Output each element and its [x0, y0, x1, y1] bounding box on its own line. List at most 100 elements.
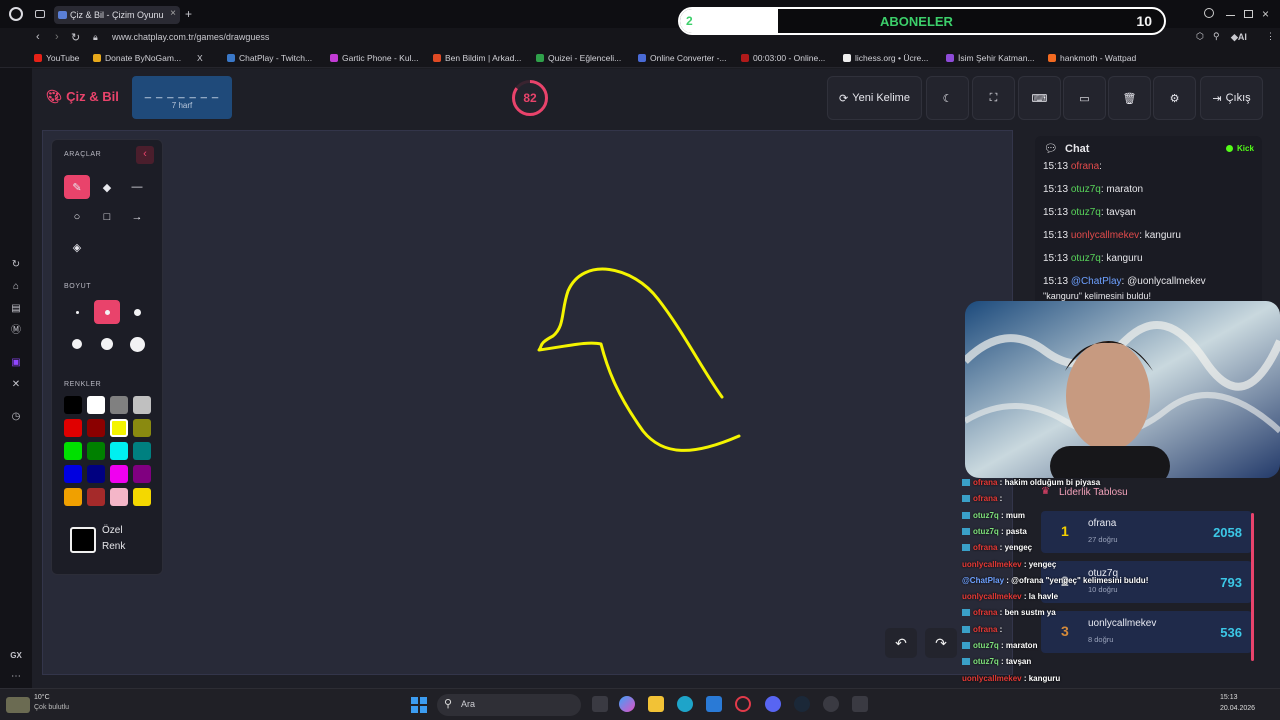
app-icon[interactable]	[852, 696, 868, 712]
color-swatch[interactable]	[110, 465, 128, 483]
color-swatch[interactable]	[133, 419, 151, 437]
color-swatch[interactable]	[110, 396, 128, 414]
brush-tool[interactable]: ✎	[64, 175, 90, 199]
pinboard-icon[interactable]: ▤	[9, 302, 23, 316]
fullscreen-button[interactable]: ⛶	[972, 76, 1015, 120]
chat-user[interactable]: @ChatPlay	[1071, 276, 1122, 287]
tab-close-icon[interactable]: ×	[170, 8, 176, 19]
chat-user[interactable]: ofrana	[1071, 161, 1099, 172]
undo-button[interactable]: ↶	[885, 628, 917, 658]
reload-icon[interactable]: ↻	[71, 31, 80, 44]
size-3[interactable]	[124, 300, 150, 324]
bookmark-youtube[interactable]: YouTube	[34, 53, 79, 63]
color-swatch[interactable]	[87, 442, 105, 460]
minimize-icon[interactable]	[1226, 15, 1235, 16]
ai-button[interactable]: ◆AI	[1231, 32, 1247, 43]
arrow-tool[interactable]: →	[124, 205, 150, 229]
search-tabs-icon[interactable]	[1204, 8, 1214, 18]
color-swatch[interactable]	[133, 488, 151, 506]
line-tool[interactable]: —	[124, 175, 150, 199]
menu-icon[interactable]: ⋮	[1266, 31, 1275, 42]
redo-button[interactable]: ↷	[925, 628, 957, 658]
drawing-canvas[interactable]: ↶ ↷	[42, 130, 1013, 675]
flow-icon[interactable]: ⌂	[9, 280, 23, 294]
fill-tool[interactable]: ◈	[64, 235, 90, 259]
color-swatch[interactable]	[110, 442, 128, 460]
history-sidebar-icon[interactable]: ↻	[9, 258, 23, 272]
start-button[interactable]	[411, 697, 427, 713]
obs-icon[interactable]	[823, 696, 839, 712]
store-icon[interactable]	[706, 696, 722, 712]
bookmark-online-converter[interactable]: Online Converter -...	[638, 53, 727, 63]
eraser-tool[interactable]: ◆	[94, 175, 120, 199]
settings-button[interactable]: ⚙	[1153, 76, 1196, 120]
size-4[interactable]	[64, 332, 90, 356]
tab-active[interactable]: Çiz & Bil - Çizim Oyunu ×	[54, 6, 180, 24]
bookmark-x[interactable]: X	[197, 53, 203, 63]
leaderboard-scrollbar[interactable]	[1251, 513, 1254, 661]
size-6[interactable]	[124, 332, 150, 356]
gx-label[interactable]: GX	[9, 649, 23, 663]
color-swatch[interactable]	[110, 419, 128, 437]
forward-icon[interactable]: ›	[55, 31, 59, 43]
chat-user[interactable]: otuz7q	[1071, 207, 1101, 218]
size-5[interactable]	[94, 332, 120, 356]
url-field[interactable]: www.chatplay.com.tr/games/drawguess	[112, 32, 269, 42]
color-swatch[interactable]	[64, 442, 82, 460]
opera-logo-icon[interactable]	[9, 7, 23, 21]
color-swatch[interactable]	[64, 419, 82, 437]
color-swatch[interactable]	[87, 419, 105, 437]
bookmark-wattpad[interactable]: hankmoth - Wattpad	[1048, 53, 1136, 63]
steam-icon[interactable]	[794, 696, 810, 712]
color-swatch[interactable]	[87, 465, 105, 483]
bookmark-timer[interactable]: 00:03:00 - Online...	[741, 53, 825, 63]
m-app-icon[interactable]: Ⓜ	[9, 324, 23, 338]
taskbar-search[interactable]: ⚲ Ara	[437, 694, 581, 716]
chat-user[interactable]: otuz7q	[1071, 253, 1101, 264]
color-swatch[interactable]	[64, 465, 82, 483]
back-icon[interactable]: ‹	[36, 31, 40, 43]
chat-user[interactable]: otuz7q	[1071, 184, 1101, 195]
color-swatch[interactable]	[87, 488, 105, 506]
explorer-icon[interactable]	[648, 696, 664, 712]
new-word-button[interactable]: ⟳ Yeni Kelime	[827, 76, 922, 120]
bookmark-gartic[interactable]: Gartic Phone - Kul...	[330, 53, 419, 63]
color-swatch[interactable]	[110, 488, 128, 506]
archive-button[interactable]: ▭	[1063, 76, 1106, 120]
bookmark-ben-bildim[interactable]: Ben Bildim | Arkad...	[433, 53, 521, 63]
task-view-icon[interactable]	[592, 696, 608, 712]
bookmark-lichess[interactable]: lichess.org • Ücre...	[843, 53, 928, 63]
bookmark-isim-sehir[interactable]: İsim Şehir Katman...	[946, 53, 1035, 63]
dark-mode-button[interactable]: ☾	[926, 76, 969, 120]
x-sidebar-icon[interactable]: ✕	[9, 378, 23, 392]
tabs-icon[interactable]	[35, 10, 45, 18]
clock-icon[interactable]: ◷	[9, 410, 23, 424]
maximize-icon[interactable]	[1244, 10, 1253, 18]
color-swatch[interactable]	[64, 396, 82, 414]
exit-button[interactable]: ⇥ Çıkış	[1200, 76, 1263, 120]
bookmark-donate[interactable]: Donate ByNoGam...	[93, 53, 181, 63]
close-window-icon[interactable]: ×	[1262, 7, 1269, 21]
color-swatch[interactable]	[87, 396, 105, 414]
color-swatch[interactable]	[133, 396, 151, 414]
twitch-icon[interactable]: ▣	[9, 356, 23, 370]
collapse-panel-button[interactable]: ‹	[136, 146, 154, 164]
size-2[interactable]	[94, 300, 120, 324]
copilot-icon[interactable]	[619, 696, 635, 712]
bookmark-chatplay[interactable]: ChatPlay - Twitch...	[227, 53, 312, 63]
rectangle-tool[interactable]: □	[94, 205, 120, 229]
chat-user[interactable]: uonlycallmekev	[1071, 230, 1139, 241]
keyboard-button[interactable]: ⌨	[1018, 76, 1061, 120]
app-logo[interactable]: 🎨︎ Çiz & Bil	[46, 89, 119, 105]
more-icon[interactable]: ⋯	[9, 670, 23, 684]
discord-icon[interactable]	[765, 696, 781, 712]
edge-icon[interactable]	[677, 696, 693, 712]
bookmark-quizei[interactable]: Quizei - Eğlenceli...	[536, 53, 621, 63]
extensions-icon[interactable]: ⬡	[1196, 31, 1204, 42]
size-1[interactable]	[64, 300, 90, 324]
account-icon[interactable]: ⚲	[1213, 31, 1220, 42]
color-swatch[interactable]	[133, 442, 151, 460]
color-swatch[interactable]	[64, 488, 82, 506]
color-swatch[interactable]	[133, 465, 151, 483]
custom-color-swatch[interactable]	[70, 527, 96, 553]
